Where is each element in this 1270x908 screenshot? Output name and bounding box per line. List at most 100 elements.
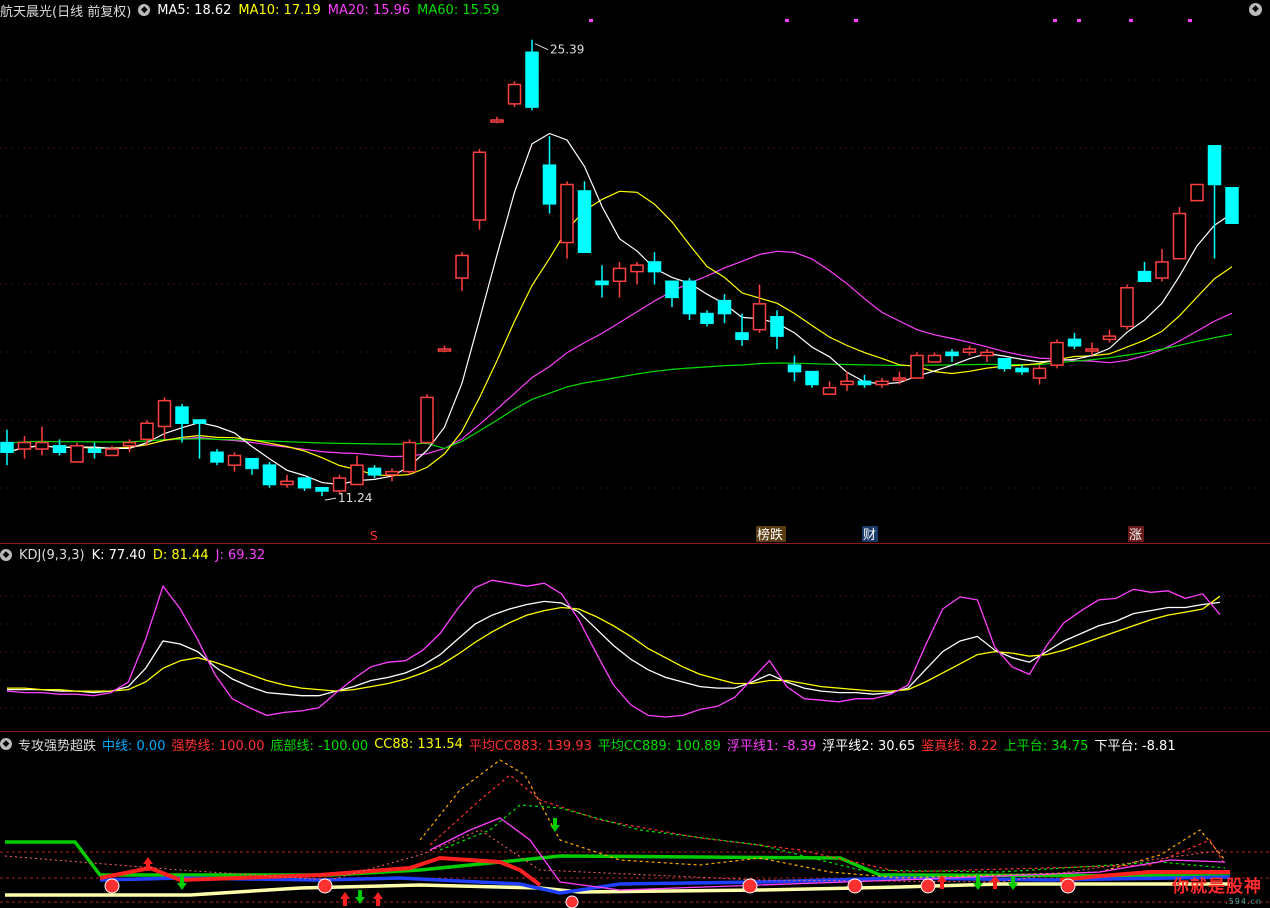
stock-chart-window: { "main_legend": { "title": "航天晨光(日线 前复权… xyxy=(0,0,1270,908)
candle-body xyxy=(87,448,102,454)
candle-body xyxy=(682,280,697,315)
candle-body xyxy=(175,406,189,424)
signal-gem-icon xyxy=(104,878,120,894)
candle-body xyxy=(1067,338,1082,347)
candle-body xyxy=(752,303,767,331)
high-pointer xyxy=(534,43,549,51)
candle-body xyxy=(350,464,364,486)
candle-body xyxy=(472,151,487,221)
candle-body xyxy=(665,280,679,299)
candle-body xyxy=(857,380,872,386)
candle-body xyxy=(122,441,137,447)
candle-body xyxy=(735,332,749,341)
ma5-line xyxy=(6,132,1233,486)
signal-gem-icon xyxy=(742,878,758,894)
candle-body xyxy=(1050,341,1064,366)
low-label: 11.24 xyxy=(338,491,372,505)
candle-body xyxy=(1207,145,1222,186)
chart-canvas: 25.39 11.24 S 榜跌 财 涨 xyxy=(0,19,1270,908)
candle-body xyxy=(367,467,382,476)
signal-dot xyxy=(1053,19,1057,22)
candle-body xyxy=(875,380,889,386)
signal-gem-icon xyxy=(565,895,579,908)
sell-arrow-icon xyxy=(550,818,560,832)
candle-body xyxy=(1190,183,1204,202)
candle-body xyxy=(1085,348,1099,352)
candle-body xyxy=(892,377,907,381)
candle-body xyxy=(980,351,994,357)
candle-body xyxy=(507,83,522,105)
candle-body xyxy=(1015,367,1029,373)
candle-body xyxy=(297,477,312,489)
tag-cai: 财 xyxy=(863,528,876,543)
signal-dot xyxy=(854,19,858,22)
candle-body xyxy=(542,164,557,205)
ma10-line xyxy=(6,190,1233,477)
candle-body xyxy=(630,264,644,273)
buy-arrow-icon xyxy=(340,892,350,906)
high-label: 25.39 xyxy=(550,43,584,57)
candle-body xyxy=(315,486,329,492)
candle-body xyxy=(490,119,504,123)
candle-body xyxy=(157,399,172,428)
signal-dot xyxy=(785,19,789,22)
signal-gem-icon xyxy=(920,878,936,894)
candle-body xyxy=(17,441,32,450)
candle-body xyxy=(140,422,154,441)
candle-body xyxy=(455,254,469,279)
signal-dot xyxy=(589,19,593,22)
candle-body xyxy=(927,354,942,363)
candle-body xyxy=(717,299,732,315)
signal-dot xyxy=(1188,19,1192,22)
candle-body xyxy=(35,441,49,450)
signal-gem-icon xyxy=(317,878,333,894)
candle-body xyxy=(822,386,837,395)
buy-arrow-icon xyxy=(990,875,1000,889)
signal-dot xyxy=(1077,19,1081,22)
watermark-sub: .594.cn xyxy=(1225,897,1262,906)
signal-gem-icon xyxy=(1060,878,1076,894)
signal-dot xyxy=(1129,19,1133,22)
candle-body xyxy=(1225,186,1239,224)
candle-body xyxy=(997,357,1012,370)
candle-body xyxy=(945,351,959,357)
signal-gem-icon xyxy=(847,878,863,894)
candle-body xyxy=(192,419,207,424)
candle-body xyxy=(595,280,609,286)
candle-body xyxy=(525,51,539,108)
candle-body xyxy=(437,348,452,352)
candle-body xyxy=(787,364,802,373)
candle-body xyxy=(1102,335,1117,341)
candle-body xyxy=(770,316,784,337)
candle-body xyxy=(1137,270,1152,283)
candle-body xyxy=(280,480,294,486)
low-pointer xyxy=(324,497,337,501)
candle-body xyxy=(840,380,854,386)
avg-cc889-line xyxy=(439,804,1226,873)
candle-body xyxy=(910,354,924,379)
candle-body xyxy=(227,454,242,466)
candle-body xyxy=(1120,286,1134,328)
kdj-d-line xyxy=(7,595,1221,692)
candle-body xyxy=(1155,261,1169,279)
candle-body xyxy=(52,445,67,454)
candle-body xyxy=(332,477,347,492)
cc88-line xyxy=(419,759,1226,879)
candle-body xyxy=(70,445,84,463)
candle-body xyxy=(612,267,627,283)
candle-body xyxy=(805,370,819,386)
candle-body xyxy=(262,464,277,486)
ma60-line xyxy=(6,333,1233,450)
kdj-j-line xyxy=(6,579,1221,718)
watermark-logo: 你就是股神 .594.cn xyxy=(1172,872,1262,906)
candle-body xyxy=(210,451,224,463)
tag-s: S xyxy=(370,529,378,543)
candle-body xyxy=(1032,367,1047,379)
candle-body xyxy=(962,348,977,354)
buy-arrow-icon xyxy=(373,892,383,906)
watermark-text: 你就是股神 xyxy=(1172,877,1262,897)
tag-bang: 榜跌 xyxy=(757,527,783,543)
candle-body xyxy=(560,183,574,244)
candle-body xyxy=(700,312,714,324)
candle-body xyxy=(0,441,14,454)
